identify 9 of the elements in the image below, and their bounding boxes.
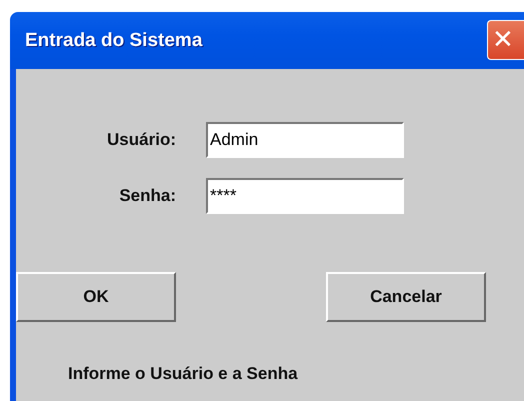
- username-field[interactable]: Admin: [206, 122, 404, 158]
- close-button[interactable]: ✕: [487, 20, 524, 60]
- cancel-button[interactable]: Cancelar: [326, 272, 486, 322]
- ok-button[interactable]: OK: [16, 272, 176, 322]
- status-message: Informe o Usuário e a Senha: [68, 364, 299, 384]
- field-label: Senha:: [118, 186, 177, 206]
- password-field[interactable]: ****: [206, 178, 404, 214]
- window-title: Entrada do Sistema: [25, 30, 204, 52]
- field-label: Usuário:: [106, 130, 177, 150]
